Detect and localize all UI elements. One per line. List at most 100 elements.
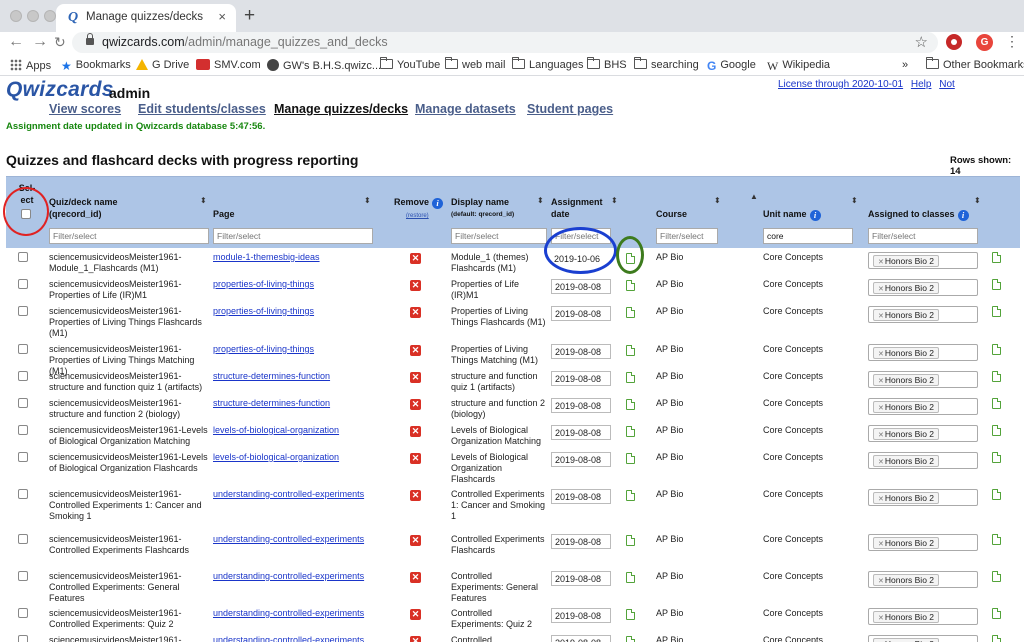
page-link[interactable]: levels-of-biological-organization [213, 452, 339, 462]
bookmark-gw-bhs[interactable]: GW's B.H.S.qwizc... [267, 59, 381, 73]
close-window-icon[interactable] [10, 10, 22, 22]
remove-tag-icon[interactable]: ✕ [878, 378, 884, 385]
document-icon[interactable] [992, 252, 1001, 263]
help-link[interactable]: Help [911, 79, 932, 90]
nav-manage-quizzes[interactable]: Manage quizzes/decks [274, 102, 408, 116]
classes-select[interactable]: ✕Honors Bio 2 [868, 252, 978, 269]
restore-link[interactable]: (restore) [406, 210, 429, 222]
class-tag[interactable]: ✕Honors Bio 2 [873, 374, 940, 386]
remove-tag-icon[interactable]: ✕ [878, 459, 884, 466]
bookmark-other[interactable]: Other Bookmarks [926, 57, 1024, 73]
remove-tag-icon[interactable]: ✕ [878, 259, 884, 266]
document-icon[interactable] [992, 608, 1001, 619]
document-icon[interactable] [992, 371, 1001, 382]
bookmark-wikipedia[interactable]: W Wikipedia [767, 59, 830, 73]
row-select-checkbox[interactable] [18, 635, 28, 642]
info-icon[interactable]: i [432, 198, 444, 209]
info-icon[interactable]: i [957, 210, 969, 221]
page-header[interactable]: Page [213, 208, 235, 220]
assignment-date-field[interactable]: 2019-08-08 [551, 608, 611, 623]
document-icon[interactable] [626, 535, 635, 546]
maximize-window-icon[interactable] [44, 10, 56, 22]
classes-select[interactable]: ✕Honors Bio 2 [868, 608, 978, 625]
classes-filter-input[interactable] [868, 228, 978, 244]
sort-icon[interactable]: ⬍ [364, 196, 371, 205]
page-link[interactable]: properties-of-living-things [213, 344, 314, 354]
nav-manage-datasets[interactable]: Manage datasets [415, 102, 516, 116]
remove-tag-icon[interactable]: ✕ [878, 351, 884, 358]
page-filter-input[interactable] [213, 228, 373, 244]
assignment-date-field[interactable]: 2019-08-08 [551, 534, 611, 549]
class-tag[interactable]: ✕Honors Bio 2 [873, 638, 940, 642]
unit-filter-input[interactable] [763, 228, 853, 244]
browser-menu-icon[interactable]: ⋮ [1005, 33, 1019, 50]
remove-tag-icon[interactable]: ✕ [878, 578, 884, 585]
document-icon[interactable] [626, 307, 635, 318]
site-logo[interactable]: Qwizcards [6, 78, 114, 102]
document-icon[interactable] [626, 609, 635, 620]
remove-x-icon[interactable]: ✕ [410, 426, 421, 437]
class-tag[interactable]: ✕Honors Bio 2 [873, 309, 940, 321]
remove-tag-icon[interactable]: ✕ [878, 313, 884, 320]
document-icon[interactable] [992, 398, 1001, 409]
row-select-checkbox[interactable] [18, 344, 28, 354]
page-link[interactable]: structure-determines-function [213, 398, 330, 408]
page-link[interactable]: understanding-controlled-experiments [213, 635, 364, 642]
assignment-date-field[interactable]: 2019-08-08 [551, 344, 611, 359]
remove-tag-icon[interactable]: ✕ [878, 541, 884, 548]
quiz-filter-input[interactable] [49, 228, 209, 244]
sort-icon[interactable]: ⬍ [611, 196, 618, 205]
quiz-name-header[interactable]: Quiz/deck name (qrecord_id) [49, 196, 118, 220]
remove-tag-icon[interactable]: ✕ [878, 405, 884, 412]
document-icon[interactable] [992, 452, 1001, 463]
assignment-date-field[interactable]: 2019-08-08 [551, 635, 611, 642]
remove-x-icon[interactable]: ✕ [410, 490, 421, 501]
remove-x-icon[interactable]: ✕ [410, 572, 421, 583]
classes-select[interactable]: ✕Honors Bio 2 [868, 425, 978, 442]
license-link[interactable]: License through 2020-10-01 [778, 79, 903, 90]
row-select-checkbox[interactable] [18, 452, 28, 462]
classes-header[interactable]: Assigned to classes i [868, 208, 969, 221]
row-select-checkbox[interactable] [18, 398, 28, 408]
remove-x-icon[interactable]: ✕ [410, 372, 421, 383]
document-icon[interactable] [992, 534, 1001, 545]
nav-student-pages[interactable]: Student pages [527, 102, 613, 116]
document-icon[interactable] [626, 426, 635, 437]
document-icon[interactable] [626, 572, 635, 583]
remove-x-icon[interactable]: ✕ [410, 399, 421, 410]
remove-tag-icon[interactable]: ✕ [878, 432, 884, 439]
class-tag[interactable]: ✕Honors Bio 2 [873, 492, 940, 504]
classes-select[interactable]: ✕Honors Bio 2 [868, 344, 978, 361]
sort-ascending-icon[interactable]: ▲ [750, 192, 758, 201]
extension-icon[interactable] [946, 34, 962, 50]
unit-name-header[interactable]: Unit name i [763, 208, 821, 221]
document-icon[interactable] [626, 372, 635, 383]
assignment-date-field[interactable]: 2019-08-08 [551, 371, 611, 386]
classes-select[interactable]: ✕Honors Bio 2 [868, 452, 978, 469]
display-filter-input[interactable] [451, 228, 547, 244]
row-select-checkbox[interactable] [18, 608, 28, 618]
class-tag[interactable]: ✕Honors Bio 2 [873, 255, 940, 267]
bookmark-gdrive[interactable]: G Drive [136, 59, 189, 73]
profile-avatar[interactable]: G [976, 34, 993, 51]
class-tag[interactable]: ✕Honors Bio 2 [873, 537, 940, 549]
bookmarks-overflow[interactable]: » [902, 59, 908, 73]
assignment-date-field[interactable]: 2019-08-08 [551, 489, 611, 504]
display-name-header[interactable]: Display name [451, 196, 509, 208]
document-icon[interactable] [626, 399, 635, 410]
page-link[interactable]: structure-determines-function [213, 371, 330, 381]
sort-icon[interactable]: ⬍ [851, 196, 858, 205]
bookmark-apps[interactable]: Apps [10, 59, 51, 73]
assignment-date-field[interactable]: 2019-08-08 [551, 425, 611, 440]
document-icon[interactable] [992, 635, 1001, 642]
bookmark-bhs[interactable]: BHS [587, 57, 627, 73]
info-icon[interactable]: i [809, 210, 821, 221]
classes-select[interactable]: ✕Honors Bio 2 [868, 534, 978, 551]
bookmark-star-icon[interactable]: ☆ [915, 33, 928, 51]
back-icon[interactable]: ← [8, 33, 24, 51]
bookmark-webmail[interactable]: web mail [445, 57, 505, 73]
page-link[interactable]: understanding-controlled-experiments [213, 571, 364, 581]
classes-select[interactable]: ✕Honors Bio 2 [868, 306, 978, 323]
document-icon[interactable] [626, 453, 635, 464]
document-icon[interactable] [626, 345, 635, 356]
